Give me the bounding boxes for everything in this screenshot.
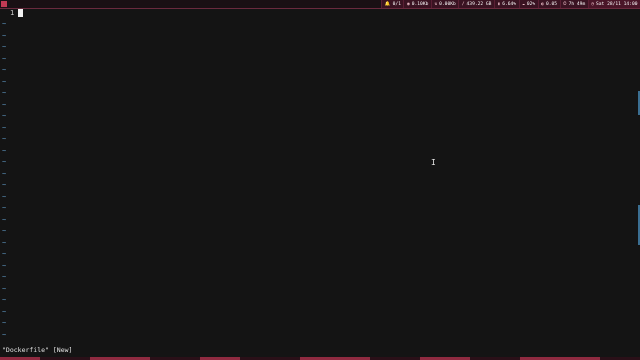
status-segment-cpu: ☁ 02% bbox=[518, 0, 538, 8]
empty-line-tilde: ~ bbox=[2, 169, 7, 178]
empty-line-tilde: ~ bbox=[2, 273, 7, 281]
status-text: 0.00Kb bbox=[439, 1, 456, 7]
status-segment-memory: ▮ 6.64% bbox=[493, 0, 519, 8]
empty-line-tilde: ~ bbox=[2, 250, 7, 258]
line-number: 1 bbox=[10, 9, 15, 17]
empty-line-tilde: ~ bbox=[2, 284, 7, 293]
mouse-ibeam-icon: I bbox=[431, 158, 436, 167]
empty-line-tilde: ~ bbox=[2, 181, 7, 189]
empty-line-tilde: ~ bbox=[2, 261, 7, 270]
empty-line-tilde: ~ bbox=[2, 89, 7, 97]
cpu-icon: ☁ bbox=[522, 1, 525, 7]
empty-line-tilde: ~ bbox=[2, 43, 7, 51]
workspace-indicator[interactable] bbox=[1, 1, 7, 7]
status-segment-uptime: ⏱ 7h 49m bbox=[559, 0, 588, 8]
status-text: 439.22 GB bbox=[466, 1, 492, 7]
status-text: Sat 28/11 14:00 bbox=[596, 1, 638, 7]
empty-line-tilde: ~ bbox=[2, 192, 7, 201]
empty-line-tilde: ~ bbox=[2, 296, 7, 304]
status-text: 6.64% bbox=[502, 1, 517, 7]
editor-area[interactable]: 1 ~ ~ ~ ~ ~ ~ ~ ~ ~ ~ ~ ~ ~ ~ ~ ~ ~ ~ ~ ~ ~ ~ ~ ~ ~ ~ ~ ~ I bbox=[0, 9, 640, 345]
empty-line-tilde: ~ bbox=[2, 158, 7, 166]
empty-line-tilde: ~ bbox=[2, 77, 7, 86]
status-segment-load: ◐ 0.05 bbox=[537, 0, 560, 8]
storage-icon: / bbox=[461, 1, 465, 7]
network-icon: ⇅ bbox=[434, 1, 438, 7]
empty-line-tilde: ~ bbox=[2, 307, 7, 316]
memory-icon: ▮ bbox=[497, 1, 501, 7]
empty-line-tilde: ~ bbox=[2, 238, 7, 247]
empty-line-tilde: ~ bbox=[2, 227, 7, 235]
status-text: 0.05 bbox=[545, 1, 558, 7]
load-icon: ◐ bbox=[541, 1, 544, 7]
empty-line-tilde: ~ bbox=[2, 204, 7, 212]
top-bar: 🔔 0/1 ◉ 0.10Kb ⇅ 0.00Kb/439.22 GB ▮ 6.64% ☁ 02% ◐ 0… bbox=[0, 0, 640, 9]
empty-line-tilde: ~ bbox=[2, 123, 7, 132]
status-segment-disk: ◉ 0.10Kb bbox=[403, 0, 431, 8]
status-text: 0/1 bbox=[392, 1, 401, 7]
empty-line-tilde: ~ bbox=[2, 66, 7, 74]
status-segment-storage: /439.22 GB bbox=[458, 0, 494, 8]
empty-line-tilde: ~ bbox=[2, 135, 7, 143]
status-text: 0.10Kb bbox=[411, 1, 429, 7]
empty-line-tilde: ~ bbox=[2, 112, 7, 120]
empty-line-tilde: ~ bbox=[2, 330, 7, 339]
empty-line-tilde: ~ bbox=[2, 146, 7, 155]
text-cursor bbox=[18, 9, 23, 17]
empty-line-tilde: ~ bbox=[2, 100, 7, 109]
empty-line-tilde: ~ bbox=[2, 54, 7, 63]
empty-line-tilde: ~ bbox=[2, 31, 7, 40]
status-text: 02% bbox=[526, 1, 536, 7]
clock-icon: ◷ bbox=[591, 1, 594, 7]
bell-icon: 🔔 bbox=[384, 1, 391, 7]
empty-line-tilde: ~ bbox=[2, 319, 7, 327]
uptime-icon: ⏱ bbox=[563, 2, 567, 7]
command-line: "Dockerfile" [New] bbox=[2, 346, 73, 354]
empty-line-tilde: ~ bbox=[2, 20, 7, 28]
status-segment-network: ⇅ 0.00Kb bbox=[430, 0, 459, 8]
empty-line-tilde: ~ bbox=[2, 215, 7, 224]
disk-icon: ◉ bbox=[406, 1, 410, 7]
status-area: 🔔 0/1 ◉ 0.10Kb ⇅ 0.00Kb/439.22 GB ▮ 6.64% ☁ 02% ◐ 0… bbox=[381, 0, 640, 8]
status-text: 7h 49m bbox=[568, 1, 586, 7]
status-segment-clock: ◷ Sat 28/11 14:00 bbox=[587, 0, 640, 8]
status-segment-bell: 🔔 0/1 bbox=[381, 0, 404, 8]
